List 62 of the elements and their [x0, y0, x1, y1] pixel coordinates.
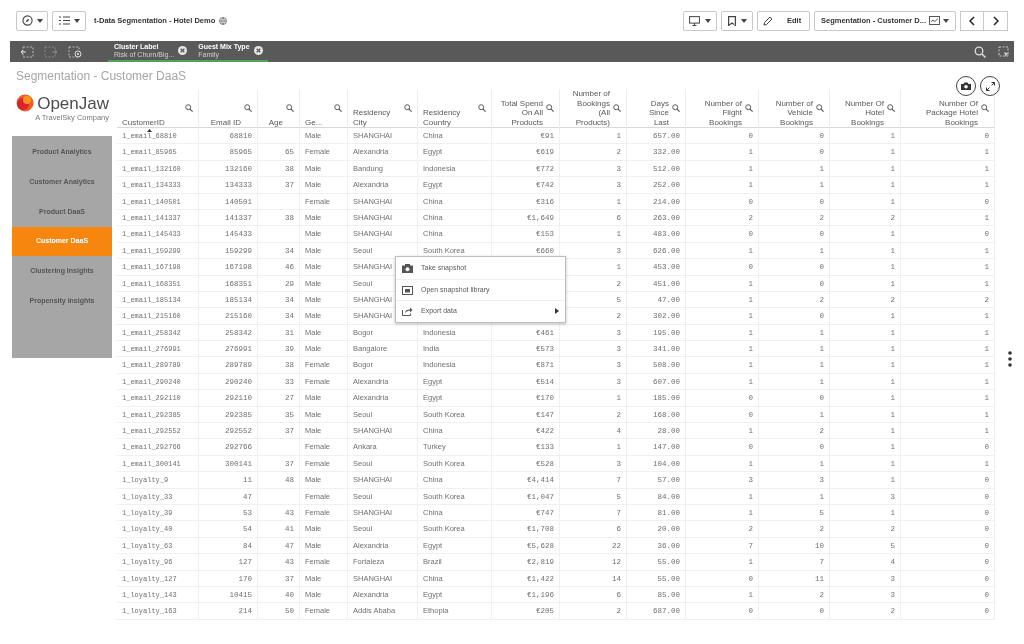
- search-icon[interactable]: [546, 104, 554, 112]
- camera-icon: [402, 264, 413, 273]
- column-header[interactable]: Number Of Hotel Bookings: [830, 89, 901, 130]
- navigation-menu-button[interactable]: [16, 10, 48, 31]
- camera-icon: [961, 82, 971, 90]
- search-icon[interactable]: [745, 104, 753, 112]
- column-header[interactable]: Residency Country: [418, 89, 492, 130]
- submenu-arrow-icon: [555, 308, 559, 314]
- clear-selections-icon[interactable]: [68, 45, 82, 58]
- bookmark-icon: [727, 15, 736, 26]
- selection-tool-icon[interactable]: [998, 45, 1010, 58]
- close-icon[interactable]: [178, 46, 188, 55]
- pencil-icon: [763, 15, 773, 26]
- search-icon[interactable]: [974, 45, 986, 58]
- search-icon[interactable]: [185, 104, 193, 112]
- close-icon[interactable]: [253, 46, 263, 55]
- search-icon[interactable]: [334, 104, 342, 112]
- step-back-icon[interactable]: [20, 45, 34, 58]
- compass-icon: [21, 15, 33, 26]
- previous-sheet-button[interactable]: [960, 10, 984, 31]
- search-icon[interactable]: [816, 104, 824, 112]
- snapshot-library-icon: [402, 285, 413, 295]
- logo-mark-icon: [16, 94, 35, 112]
- column-header[interactable]: Age: [258, 89, 300, 130]
- search-icon[interactable]: [981, 104, 989, 112]
- column-header[interactable]: Residency City: [348, 89, 418, 130]
- snapshot-button[interactable]: [956, 76, 976, 96]
- search-icon[interactable]: [887, 104, 895, 112]
- sheet-title: Segmentation - Customer DaaS: [16, 67, 187, 85]
- column-header[interactable]: Total Spend On All Products: [492, 89, 560, 130]
- caret-icon: [740, 18, 747, 23]
- column-header[interactable]: Ge...: [300, 89, 348, 130]
- global-menu-button[interactable]: [52, 10, 86, 31]
- column-header[interactable]: CustomerID: [117, 89, 199, 130]
- search-icon[interactable]: [286, 104, 294, 112]
- list-icon: [58, 16, 70, 25]
- screen-icon: [689, 15, 700, 26]
- present-button[interactable]: [683, 10, 717, 31]
- column-header[interactable]: Number of Flight Bookings: [686, 89, 759, 130]
- expand-icon: [985, 81, 995, 91]
- sheet-icon: [929, 16, 940, 25]
- expand-button[interactable]: [980, 76, 1000, 96]
- chevron-right-icon: [992, 15, 999, 26]
- column-header[interactable]: Number of Bookings (All Products): [560, 89, 627, 130]
- more-options-icon[interactable]: [1007, 351, 1012, 367]
- column-header[interactable]: Email ID: [199, 89, 258, 130]
- column-header[interactable]: Days Since Last: [627, 89, 686, 130]
- export-icon: [402, 306, 413, 316]
- caret-icon: [705, 18, 711, 23]
- bookmark-button[interactable]: [721, 10, 753, 31]
- search-icon[interactable]: [478, 104, 486, 112]
- search-icon[interactable]: [613, 104, 621, 112]
- column-header[interactable]: Number of Vehicle Bookings: [759, 89, 830, 130]
- chevron-left-icon: [969, 15, 975, 26]
- search-icon[interactable]: [404, 104, 412, 112]
- search-icon[interactable]: [244, 104, 252, 112]
- caret-icon: [73, 18, 80, 23]
- search-icon[interactable]: [672, 104, 680, 112]
- caret-icon: [36, 18, 43, 23]
- next-sheet-button[interactable]: [984, 10, 1008, 31]
- caret-icon: [943, 18, 949, 23]
- globe-icon: [219, 16, 228, 25]
